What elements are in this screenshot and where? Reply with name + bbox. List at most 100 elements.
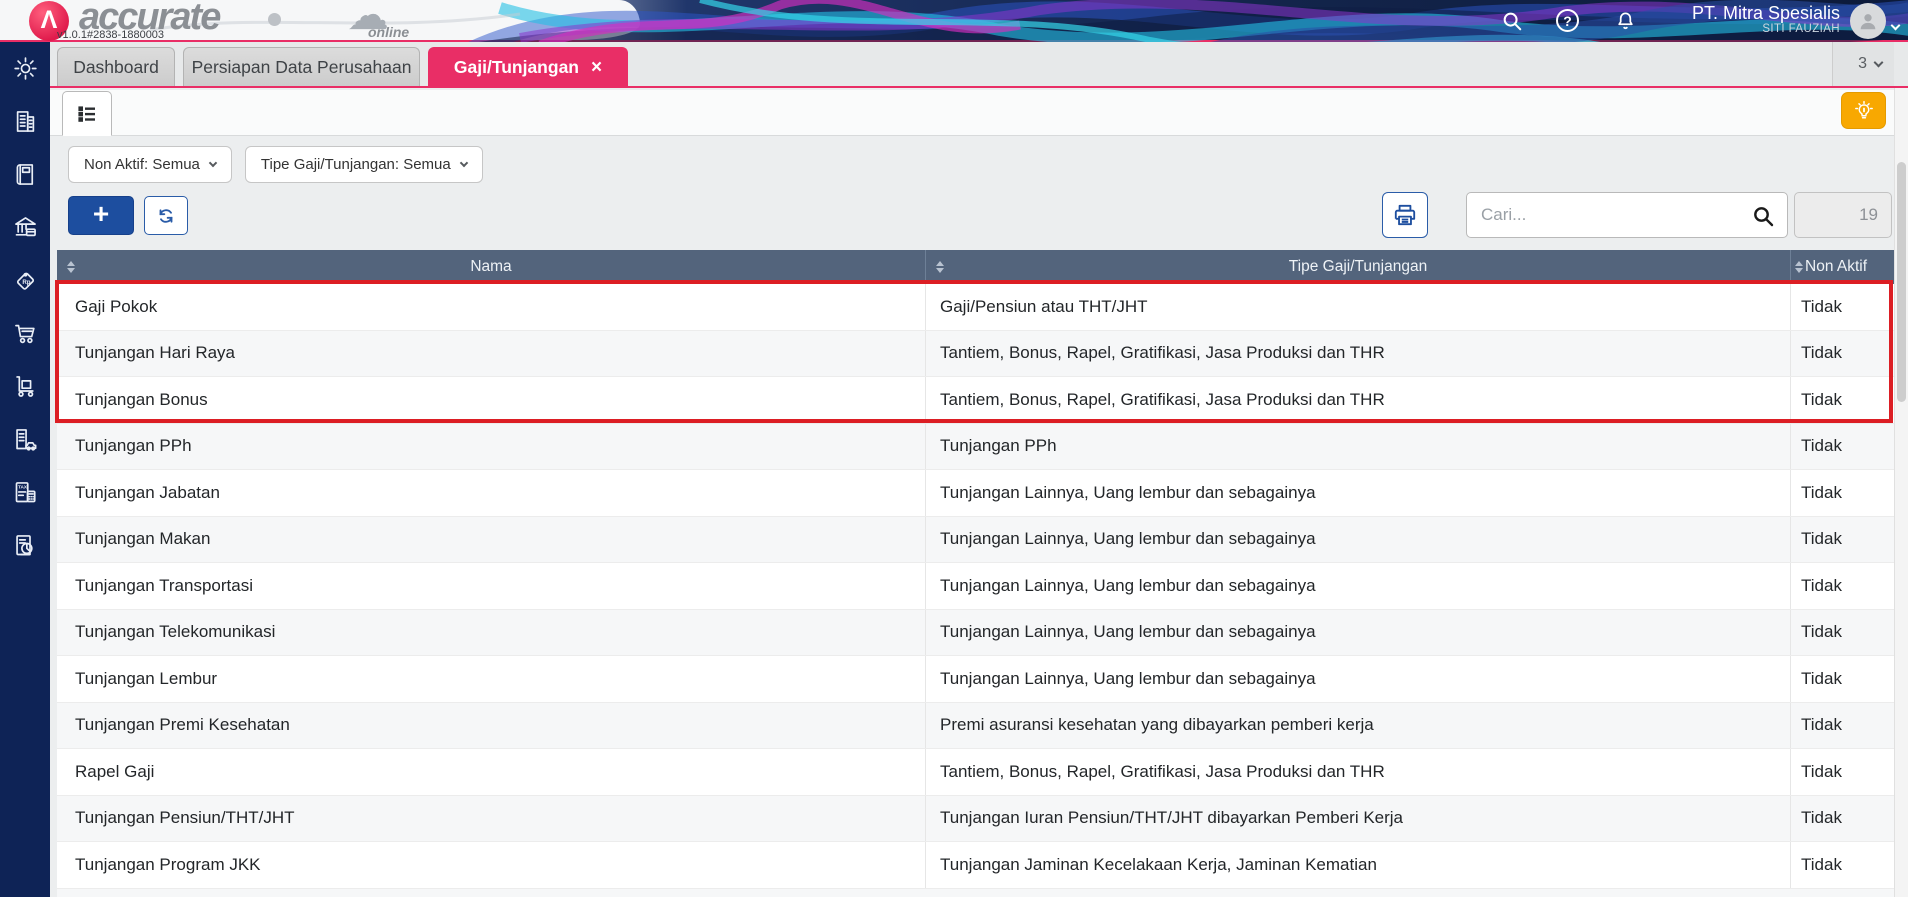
sidebar-item-fixed-asset[interactable] <box>0 413 50 466</box>
company-name: PT. Mitra Spesialis <box>1691 3 1840 23</box>
chevron-down-icon <box>208 158 218 168</box>
cell-non-aktif: Tidak <box>1790 563 1894 609</box>
sidebar-item-taxes[interactable]: TAX <box>0 466 50 519</box>
cell-nama: Gaji Pokok <box>75 296 158 316</box>
logo-online-label: online <box>368 24 410 40</box>
sidebar-item-settings[interactable] <box>0 42 50 95</box>
gear-icon <box>13 57 37 80</box>
chevron-down-icon <box>1873 57 1884 68</box>
table-row[interactable]: Gaji Pokok Gaji/Pensiun atau THT/JHT Tid… <box>57 284 1894 331</box>
printer-icon <box>1394 204 1416 226</box>
tab-gaji-tunjangan-active[interactable]: Gaji/Tunjangan <box>428 47 628 86</box>
refresh-button[interactable] <box>144 196 188 235</box>
help-icon[interactable] <box>1556 9 1579 32</box>
cell-nama: Tunjangan Telekomunikasi <box>75 622 276 642</box>
cell-tipe: Tunjangan Lainnya, Uang lembur dan sebag… <box>925 470 1790 516</box>
print-button[interactable] <box>1382 192 1428 238</box>
ledger-book-icon <box>16 164 33 185</box>
cell-nama: Tunjangan Bonus <box>75 389 208 409</box>
sort-icon <box>1795 261 1803 273</box>
tab-persiapan-data-perusahaan[interactable]: Persiapan Data Perusahaan <box>183 47 420 86</box>
table-row[interactable]: Tunjangan Hari Raya Tantiem, Bonus, Rape… <box>57 330 1894 377</box>
cell-non-aktif: Tidak <box>1790 656 1894 702</box>
open-tabs-count: 3 <box>1858 55 1867 72</box>
table-row[interactable]: Tunjangan Jabatan Tunjangan Lainnya, Uan… <box>57 470 1894 517</box>
table-row[interactable]: Tunjangan Bonus Tantiem, Bonus, Rapel, G… <box>57 377 1894 424</box>
sort-icon <box>67 261 75 273</box>
cell-nama: Tunjangan Lembur <box>75 668 218 688</box>
svg-text:Rp: Rp <box>22 279 30 286</box>
cell-tipe: Tunjangan Lainnya, Uang lembur dan sebag… <box>925 516 1790 562</box>
scrollbar-thumb[interactable] <box>1897 162 1906 402</box>
sidebar-item-cash-bank[interactable] <box>0 201 50 254</box>
add-button[interactable] <box>68 196 134 235</box>
column-label: Nama <box>470 258 512 275</box>
tax-document-icon: TAX <box>15 482 36 503</box>
avatar[interactable] <box>1850 3 1886 39</box>
cell-nama: Tunjangan Hari Raya <box>75 343 236 363</box>
cell-tipe: Tantiem, Bonus, Rapel, Gratifikasi, Jasa… <box>925 330 1790 376</box>
chevron-down-icon[interactable] <box>1890 16 1901 34</box>
cell-non-aktif: Tidak <box>1790 795 1894 841</box>
sidebar-item-inventory[interactable] <box>0 360 50 413</box>
cell-non-aktif: Tidak <box>1790 330 1894 376</box>
open-tabs-counter[interactable]: 3 <box>1832 42 1894 86</box>
sidebar-item-company[interactable] <box>0 95 50 148</box>
column-header-non-aktif[interactable]: Non Aktif <box>1790 250 1894 284</box>
cell-nama: Tunjangan Jabatan <box>75 482 220 502</box>
table-row-partial[interactable] <box>57 888 1894 897</box>
cell-nama: Tunjangan Makan <box>75 529 211 549</box>
tab-label: Gaji/Tunjangan <box>453 56 579 77</box>
cell-tipe: Tunjangan Lainnya, Uang lembur dan sebag… <box>925 609 1790 655</box>
list-view-icon <box>78 105 95 122</box>
cell-tipe: Gaji/Pensiun atau THT/JHT <box>925 284 1790 330</box>
sidebar-item-reports[interactable] <box>0 519 50 572</box>
list-view-tab[interactable] <box>62 91 112 136</box>
search-icon[interactable] <box>1500 9 1524 33</box>
cell-non-aktif: Tidak <box>1790 702 1894 748</box>
table-row[interactable]: Tunjangan Pensiun/THT/JHT Tunjangan Iura… <box>57 795 1894 842</box>
table-row[interactable]: Tunjangan Lembur Tunjangan Lainnya, Uang… <box>57 656 1894 703</box>
filter-label: Non Aktif: Semua <box>84 156 200 173</box>
table-row[interactable]: Rapel Gaji Tantiem, Bonus, Rapel, Gratif… <box>57 749 1894 796</box>
search-input[interactable] <box>1467 205 1787 225</box>
filter-tipe-gaji-tunjangan[interactable]: Tipe Gaji/Tunjangan: Semua <box>244 146 483 183</box>
table-header-row: Nama Tipe Gaji/Tunjangan Non Aktif <box>57 250 1894 284</box>
cell-tipe: Tunjangan Iuran Pensiun/THT/JHT dibayark… <box>925 795 1790 841</box>
table-row[interactable]: Tunjangan Premi Kesehatan Premi asuransi… <box>57 702 1894 749</box>
cell-tipe: Premi asuransi kesehatan yang dibayarkan… <box>925 702 1790 748</box>
tab-label: Dashboard <box>73 56 159 77</box>
table-row[interactable]: Tunjangan Makan Tunjangan Lainnya, Uang … <box>57 516 1894 563</box>
refresh-icon <box>159 208 173 223</box>
sidebar-item-ledger[interactable] <box>0 148 50 201</box>
cell-non-aktif: Tidak <box>1790 284 1894 330</box>
cell-tipe: Tantiem, Bonus, Rapel, Gratifikasi, Jasa… <box>925 749 1790 795</box>
sidebar-item-sales[interactable]: Rp <box>0 254 50 307</box>
table-row[interactable]: Tunjangan Telekomunikasi Tunjangan Lainn… <box>57 609 1894 656</box>
chevron-down-icon <box>459 158 468 168</box>
notifications-bell-icon[interactable] <box>1613 9 1637 33</box>
table-row[interactable]: Tunjangan PPh Tunjangan PPh Tidak <box>57 423 1894 470</box>
search-icon[interactable] <box>1751 204 1775 233</box>
table-row[interactable]: Tunjangan Transportasi Tunjangan Lainnya… <box>57 563 1894 610</box>
decorative-dot <box>268 13 281 26</box>
vertical-scrollbar[interactable] <box>1894 42 1908 897</box>
company-user-menu[interactable]: PT. Mitra Spesialis SITI FAUZIAH <box>1692 3 1840 35</box>
filter-non-aktif[interactable]: Non Aktif: Semua <box>68 146 232 183</box>
cell-non-aktif: Tidak <box>1790 423 1894 469</box>
tips-button[interactable] <box>1841 92 1886 129</box>
user-name: SITI FAUZIAH <box>1762 23 1840 35</box>
cell-nama: Tunjangan Program JKK <box>75 854 261 874</box>
panel-header-strip <box>50 90 1894 136</box>
tab-dashboard[interactable]: Dashboard <box>57 47 175 86</box>
column-header-nama[interactable]: Nama <box>57 250 925 284</box>
table-row[interactable]: Tunjangan Program JKK Tunjangan Jaminan … <box>57 842 1894 889</box>
tab-label: Persiapan Data Perusahaan <box>191 56 412 77</box>
table-search <box>1466 192 1788 238</box>
filter-label: Tipe Gaji/Tunjangan: Semua <box>260 156 451 173</box>
close-icon[interactable] <box>591 58 602 77</box>
cell-non-aktif: Tidak <box>1790 516 1894 562</box>
cell-non-aktif: Tidak <box>1790 749 1894 795</box>
column-header-tipe[interactable]: Tipe Gaji/Tunjangan <box>925 250 1790 284</box>
sidebar-item-purchases[interactable] <box>0 307 50 360</box>
